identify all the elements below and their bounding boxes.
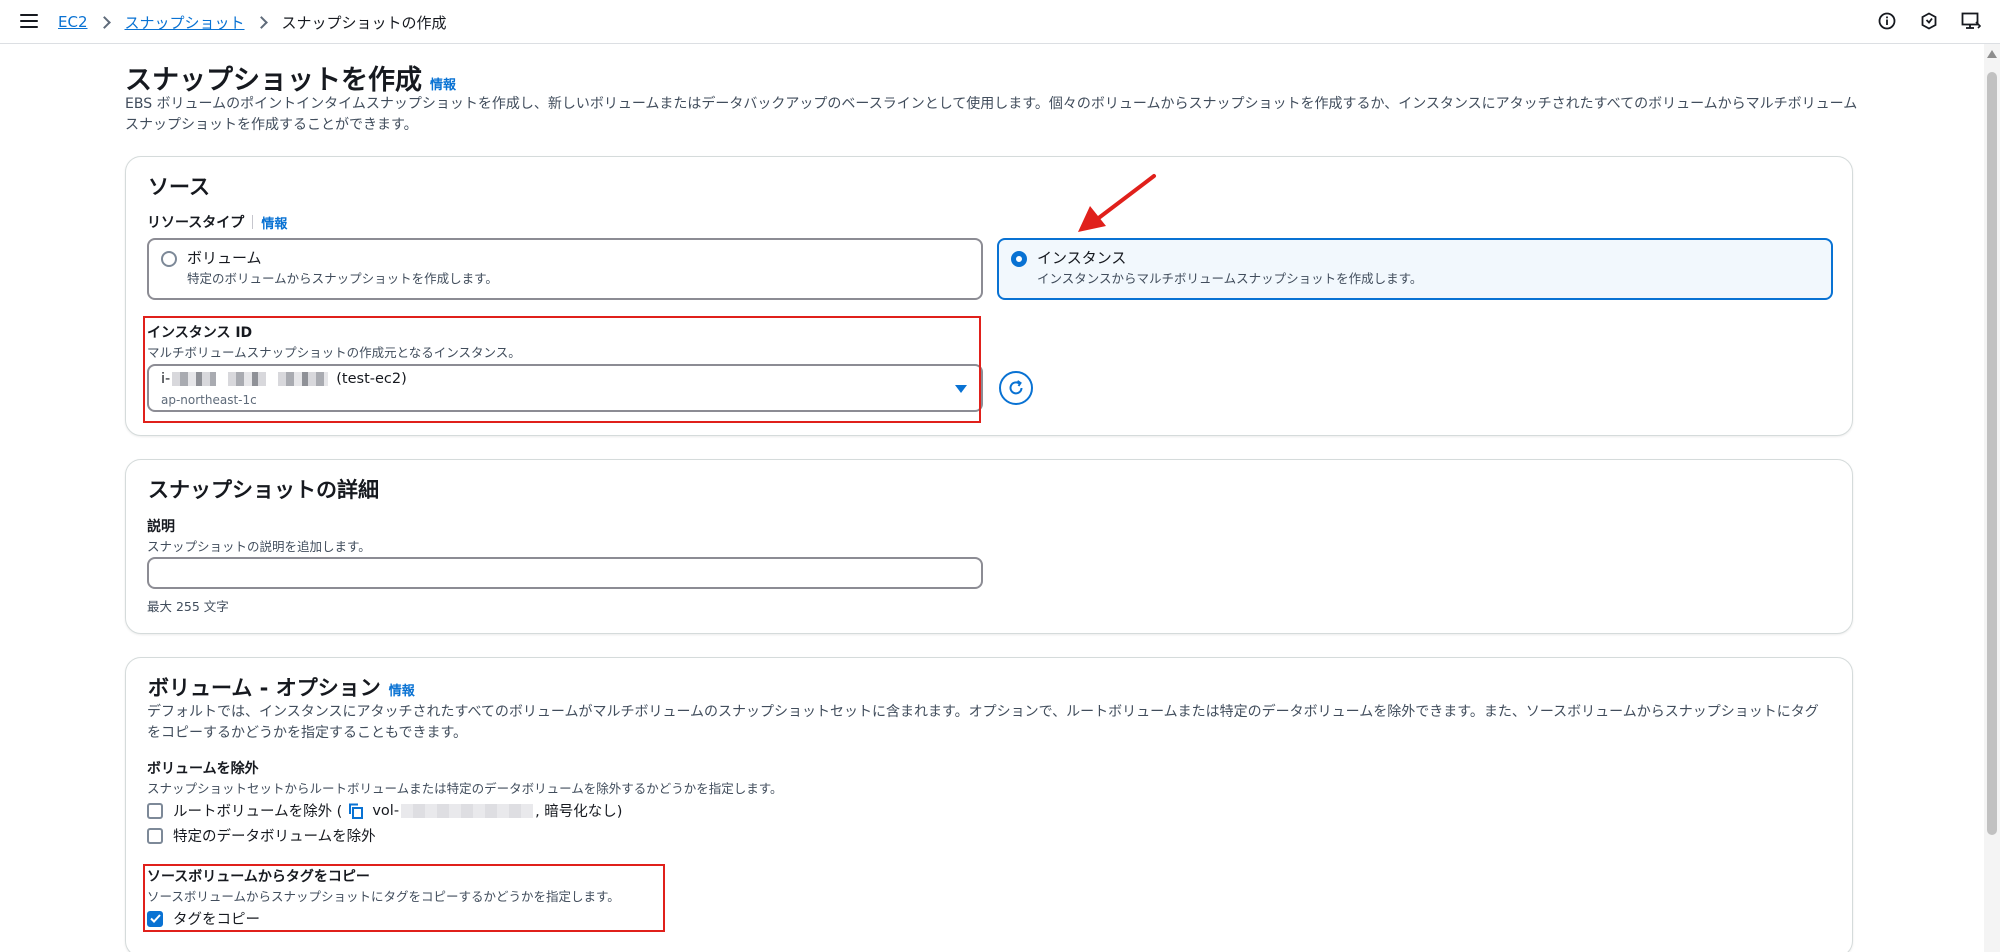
chevron-right-icon	[254, 15, 268, 29]
check-icon	[149, 914, 161, 923]
exclude-root-label: ルートボリュームを除外 (	[173, 804, 343, 820]
page-description: EBS ボリュームのポイントインタイムスナップショットを作成し、新しいボリューム…	[125, 96, 1858, 133]
radio-volume[interactable]	[161, 251, 177, 267]
volume-options-info-link[interactable]: 情報	[389, 680, 415, 699]
instance-id-value: i- (test-ec2)	[161, 371, 407, 387]
details-title: スナップショットの詳細	[148, 478, 379, 502]
copy-icon[interactable]	[348, 803, 364, 819]
tile-volume[interactable]: ボリューム 特定のボリュームからスナップショットを作成します。	[147, 238, 983, 300]
source-title: ソース	[148, 175, 210, 199]
description-label: 説明	[147, 519, 175, 535]
copy-tags-label: ソースボリュームからタグをコピー	[147, 869, 370, 885]
copy-tags-checkbox[interactable]	[147, 910, 163, 927]
exclude-volumes-label: ボリュームを除外	[147, 761, 259, 777]
resource-type-label-row: リソースタイプ 情報	[147, 212, 287, 232]
redacted-block	[228, 372, 267, 386]
exclude-data-row[interactable]: 特定のデータボリュームを除外	[147, 825, 376, 846]
menu-icon[interactable]	[20, 14, 38, 28]
annotation-arrow	[1078, 174, 1156, 232]
breadcrumb: EC2 スナップショット スナップショットの作成	[58, 0, 447, 44]
redacted-block	[172, 372, 217, 386]
tile-volume-title: ボリューム	[187, 249, 262, 267]
description-hint: スナップショットの説明を追加します。	[147, 539, 371, 554]
instance-id-select[interactable]: i- (test-ec2) ap-northeast-1c	[147, 364, 983, 412]
scroll-up-arrow-icon[interactable]	[1987, 50, 1997, 58]
volume-options-title-row: ボリューム - オプション 情報	[148, 672, 415, 702]
top-navigation-bar: EC2 スナップショット スナップショットの作成	[0, 0, 2000, 44]
feedback-icon[interactable]	[1960, 10, 1982, 32]
source-panel: ソース リソースタイプ 情報 ボリューム 特定のボリュームからスナップショットを…	[125, 156, 1853, 436]
exclude-volumes-desc: スナップショットセットからルートボリュームまたは特定のデータボリュームを除外する…	[147, 781, 783, 796]
exclude-data-label: 特定のデータボリュームを除外	[173, 829, 376, 845]
label-divider	[252, 215, 254, 229]
description-input[interactable]	[147, 557, 983, 589]
radio-instance[interactable]	[1011, 251, 1027, 267]
instance-id-desc: マルチボリュームスナップショットの作成元となるインスタンス。	[147, 345, 521, 360]
instance-id-prefix: i-	[161, 371, 171, 387]
chevron-right-icon	[97, 15, 111, 29]
scrollbar-thumb[interactable]	[1987, 72, 1997, 835]
snapshot-details-panel: スナップショットの詳細 説明 スナップショットの説明を追加します。 最大 255…	[125, 459, 1853, 634]
settings-hex-icon[interactable]	[1918, 10, 1940, 32]
page-title: スナップショットを作成 情報	[125, 58, 456, 97]
page-title-text: スナップショットを作成	[125, 65, 422, 96]
root-volume-id-prefix: vol-	[372, 802, 400, 819]
breadcrumb-current: スナップショットの作成	[281, 13, 447, 32]
instance-name: (test-ec2)	[336, 371, 407, 387]
breadcrumb-ec2[interactable]: EC2	[58, 13, 88, 31]
resource-type-info-link[interactable]: 情報	[261, 213, 287, 232]
tile-volume-desc: 特定のボリュームからスナップショットを作成します。	[187, 271, 498, 286]
root-volume-suffix: , 暗号化なし)	[535, 804, 623, 820]
copy-tags-checkbox-label: タグをコピー	[173, 912, 260, 928]
copy-tags-desc: ソースボリュームからスナップショットにタグをコピーするかどうかを指定します。	[147, 889, 620, 904]
tile-instance-title: インスタンス	[1037, 249, 1127, 267]
resource-type-label: リソースタイプ	[147, 215, 245, 231]
volume-options-description: デフォルトでは、インスタンスにアタッチされたすべてのボリュームがマルチボリューム…	[147, 704, 1819, 741]
copy-tags-row[interactable]: タグをコピー	[147, 908, 260, 929]
info-circle-icon[interactable]	[1876, 10, 1898, 32]
instance-id-label: インスタンス ID	[147, 325, 253, 341]
volume-options-panel: ボリューム - オプション 情報 デフォルトでは、インスタンスにアタッチされたす…	[125, 657, 1853, 952]
refresh-button[interactable]	[999, 371, 1033, 405]
refresh-icon	[1009, 380, 1023, 395]
volume-options-title: ボリューム - オプション	[148, 676, 381, 700]
page-info-link[interactable]: 情報	[430, 74, 456, 93]
exclude-data-checkbox[interactable]	[147, 827, 163, 844]
caret-down-icon	[955, 385, 967, 393]
tile-instance[interactable]: インスタンス インスタンスからマルチボリュームスナップショットを作成します。	[997, 238, 1833, 300]
redacted-block	[401, 803, 534, 818]
redacted-block	[278, 372, 329, 386]
breadcrumb-snapshots[interactable]: スナップショット	[125, 12, 245, 33]
exclude-root-checkbox[interactable]	[147, 802, 163, 819]
tile-instance-desc: インスタンスからマルチボリュームスナップショットを作成します。	[1037, 271, 1423, 286]
description-constraint: 最大 255 文字	[147, 599, 229, 614]
instance-az: ap-northeast-1c	[161, 393, 257, 407]
exclude-root-row[interactable]: ルートボリュームを除外 ( vol- , 暗号化なし)	[147, 800, 622, 821]
